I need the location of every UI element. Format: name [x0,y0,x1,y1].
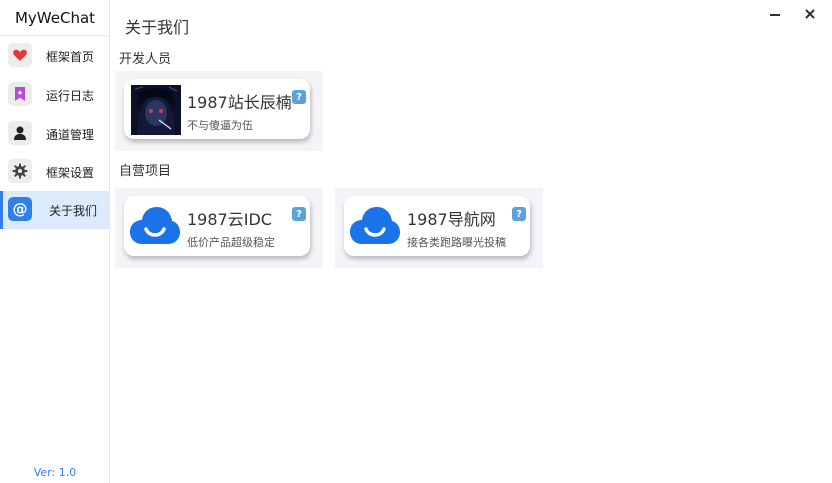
sidebar-item-label: 关于我们 [49,203,98,218]
card-description: 低价产品超级稳定 [187,236,275,249]
avatar [131,85,181,135]
sidebar-item-settings[interactable]: 框架设置 [0,153,110,191]
sidebar-item-label: 通道管理 [46,127,95,142]
main-content: 开发人员 1987站长辰楠 不与傻逼为伍 ? 自营项目 1987云IDC 低价产… [111,36,832,483]
minimize-button[interactable] [764,4,786,24]
cloud-icon [350,204,400,246]
sidebar-item-label: 框架首页 [46,49,95,64]
cloud-icon [130,204,180,246]
sidebar-item-about[interactable]: @ 关于我们 [0,191,110,229]
card-name: 1987导航网 [407,210,496,229]
gear-icon [8,159,32,183]
app-window: MyWeChat 框架首页 运行日志 通道管理 框架设置 @ 关于我们 Ver:… [0,0,832,483]
sidebar: MyWeChat 框架首页 运行日志 通道管理 框架设置 @ 关于我们 Ver:… [0,0,110,483]
user-icon [8,121,32,145]
project-card-container: 1987云IDC 低价产品超级稳定 ? [115,188,323,268]
card-description: 不与傻逼为伍 [187,119,253,132]
app-title: MyWeChat [0,0,110,36]
developer-card[interactable]: 1987站长辰楠 不与傻逼为伍 ? [124,79,310,139]
project-card-idc[interactable]: 1987云IDC 低价产品超级稳定 ? [124,196,310,256]
card-description: 接各类跑路曝光投稿 [407,236,506,249]
help-icon[interactable]: ? [292,207,306,221]
help-icon[interactable]: ? [512,207,526,221]
sidebar-item-logs[interactable]: 运行日志 [0,76,110,114]
project-card-container: 1987导航网 接各类跑路曝光投稿 ? [335,188,543,268]
page-title: 关于我们 [125,18,190,37]
developer-card-container: 1987站长辰楠 不与傻逼为伍 ? [115,71,323,151]
project-card-nav[interactable]: 1987导航网 接各类跑路曝光投稿 ? [344,196,530,256]
sidebar-item-channels[interactable]: 通道管理 [0,115,110,153]
section-title-projects: 自营项目 [119,164,172,179]
card-name: 1987云IDC [187,210,272,229]
sidebar-item-label: 框架设置 [46,165,95,180]
close-icon [805,9,815,19]
card-name: 1987站长辰楠 [187,93,292,112]
minimize-icon [770,14,780,16]
close-button[interactable] [799,4,821,24]
bookmark-icon [8,82,32,106]
version-label: Ver: 1.0 [33,466,77,479]
at-icon: @ [8,197,32,221]
sidebar-item-home[interactable]: 框架首页 [0,37,110,75]
sidebar-item-label: 运行日志 [46,88,95,103]
help-icon[interactable]: ? [292,90,306,104]
heart-icon [8,43,32,67]
section-title-developers: 开发人员 [119,52,172,67]
